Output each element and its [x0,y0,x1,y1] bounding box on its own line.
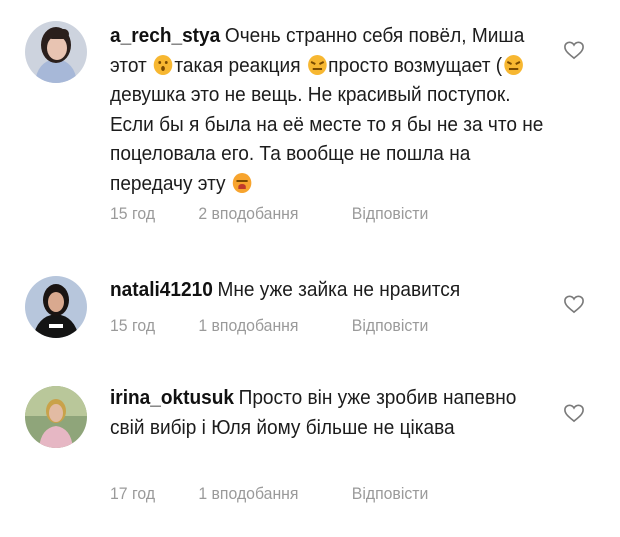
comment-text: просто возмущает ( [328,53,503,77]
comment-body: a_rech_stya Очень странно себя повёл, Миш… [110,21,552,198]
reply-button[interactable]: Відповісти [352,204,429,224]
reply-button[interactable]: Відповісти [352,484,429,504]
reply-button[interactable]: Відповісти [352,316,429,336]
likes-count[interactable]: 2 вподобання [198,204,351,224]
confounded-face-icon [504,54,523,75]
avatar[interactable] [25,276,87,338]
comment-meta: 17 год 1 вподобання Відповісти [110,484,428,504]
avatar[interactable] [25,21,87,83]
comment-body: natali41210 Мне уже зайка не нравится [110,275,552,305]
comment-meta: 15 год 1 вподобання Відповісти [110,316,428,336]
timestamp: 15 год [110,316,156,335]
confounded-face-icon [307,54,327,75]
hushed-face-icon [153,54,173,75]
username[interactable]: a_rech_stya [110,24,220,47]
username[interactable]: irina_oktusuk [110,386,234,409]
avatar-photo [25,276,87,338]
tired-face-icon [232,172,252,193]
username[interactable]: natali41210 [110,278,213,301]
timestamp: 15 год [110,204,156,223]
like-heart-icon[interactable] [563,40,585,60]
avatar-photo [25,386,87,448]
comment-text: такая реакция [174,53,306,77]
like-heart-icon[interactable] [563,294,585,314]
like-heart-icon[interactable] [563,403,585,423]
timestamp: 17 год [110,484,156,503]
comment-text: Мне уже зайка не нравится [217,278,461,301]
likes-count[interactable]: 1 вподобання [198,316,351,336]
comment-body: irina_oktusuk Просто він уже зробив напев… [110,383,552,442]
likes-count[interactable]: 1 вподобання [198,484,351,504]
comment-text: девушка это не вещь. Не красивый поступо… [110,83,544,195]
avatar[interactable] [25,386,87,448]
comment-meta: 15 год 2 вподобання Відповісти [110,204,428,224]
avatar-photo [25,21,87,83]
